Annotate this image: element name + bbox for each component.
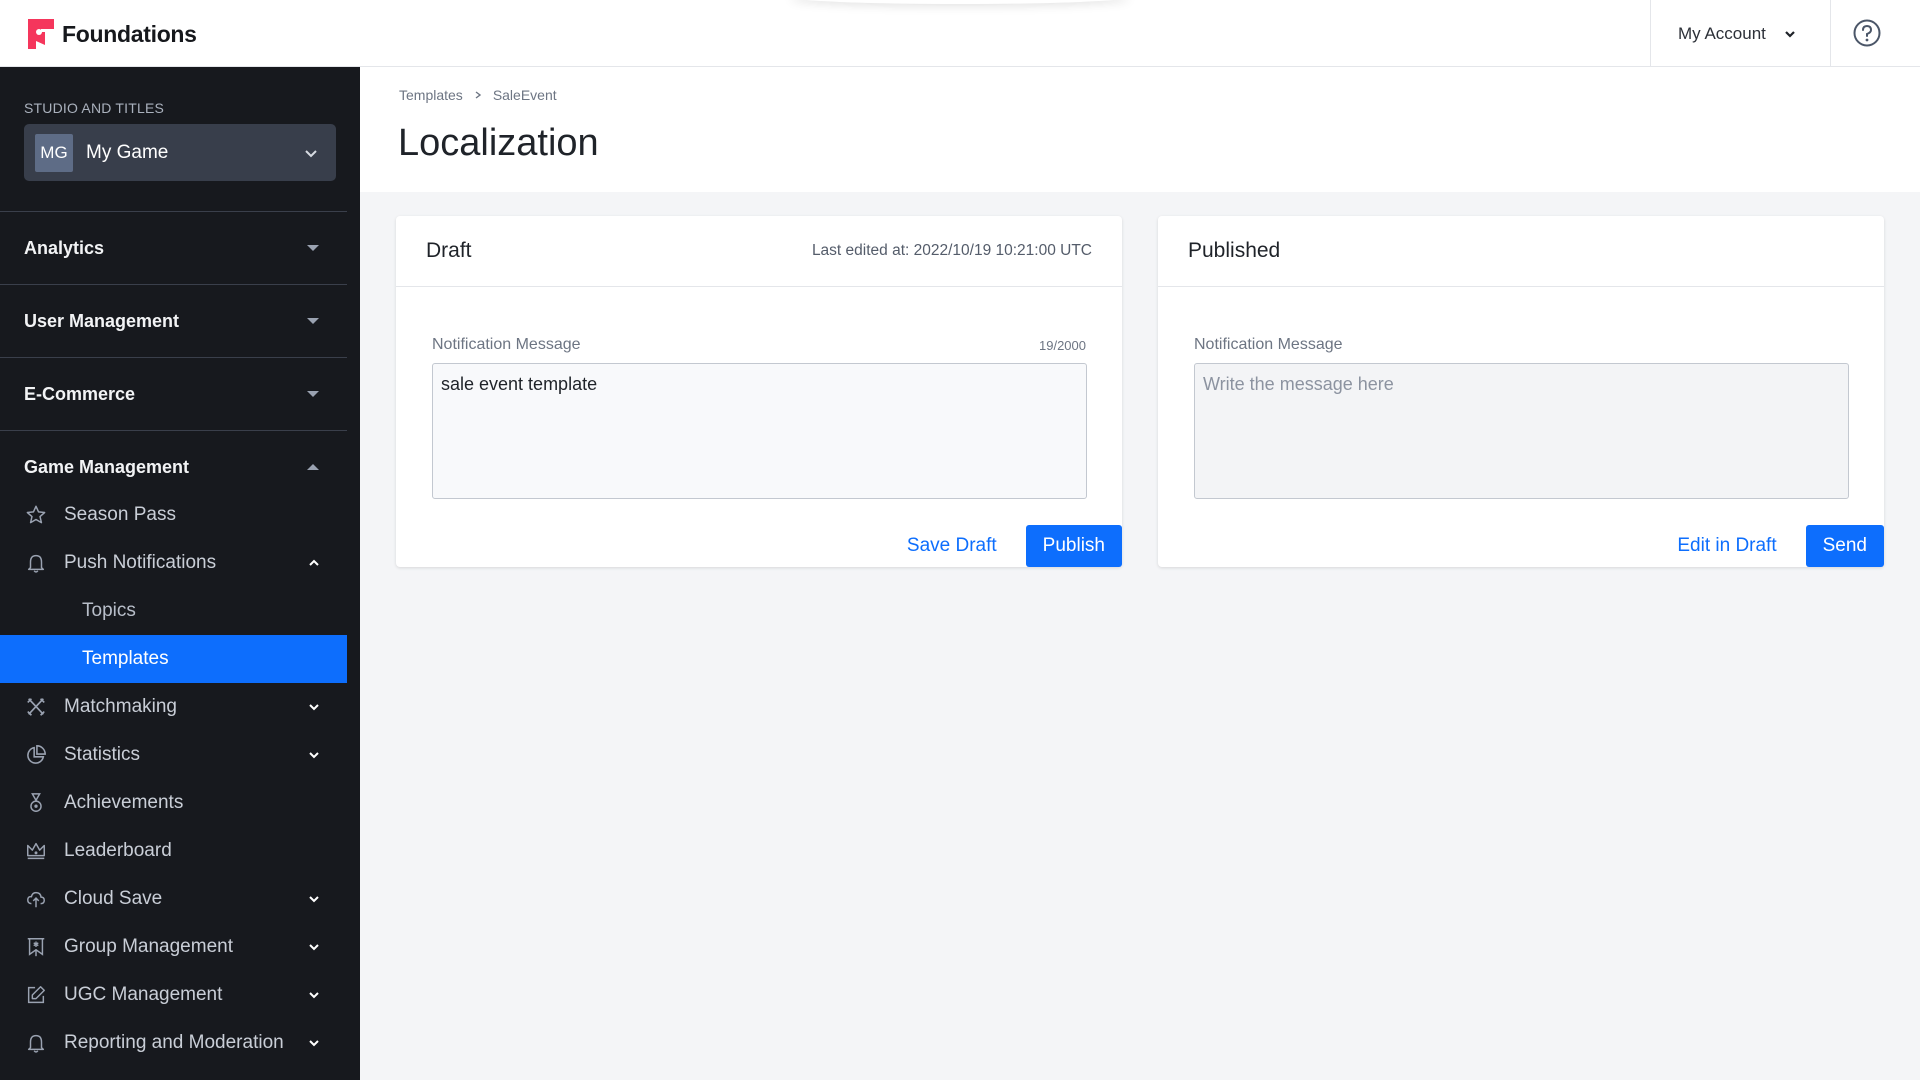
- cloud-upload-icon: [24, 887, 48, 911]
- item-label: Reporting and Moderation: [64, 1032, 284, 1053]
- sidebar-subitem-topics[interactable]: Topics: [0, 587, 347, 635]
- item-label: Season Pass: [64, 504, 176, 525]
- bell-icon: [24, 1031, 48, 1055]
- edit-in-draft-button[interactable]: Edit in Draft: [1677, 535, 1776, 557]
- item-label: Statistics: [64, 744, 141, 765]
- brand-logo[interactable]: Foundations: [28, 19, 197, 49]
- sidebar-item-leaderboard[interactable]: Leaderboard: [0, 827, 347, 875]
- star-icon: [24, 503, 48, 527]
- sidebar-item-matchmaking[interactable]: Matchmaking: [0, 683, 347, 731]
- caret-down-icon: [307, 245, 319, 251]
- draft-notification-message-input[interactable]: [432, 363, 1087, 499]
- item-label: UGC Management: [64, 984, 223, 1005]
- breadcrumb: Templates SaleEvent: [399, 87, 557, 103]
- section-user-management[interactable]: User Management: [0, 284, 347, 357]
- section-label: E-Commerce: [24, 383, 136, 404]
- sidebar: STUDIO AND TITLES MG My Game Analytics U…: [0, 67, 360, 1080]
- my-account-menu[interactable]: My Account: [1650, 0, 1831, 67]
- chevron-down-icon: [309, 896, 319, 903]
- chevron-down-icon: [309, 944, 319, 951]
- studio-selector[interactable]: MG My Game: [24, 124, 336, 181]
- top-bar: Foundations My Account: [0, 0, 1920, 67]
- section-label: Game Management: [24, 456, 190, 477]
- crossed-swords-icon: [24, 695, 48, 719]
- send-button[interactable]: Send: [1805, 525, 1884, 567]
- account-label: My Account: [1678, 23, 1766, 43]
- caret-down-icon: [307, 318, 319, 324]
- game-name: My Game: [86, 141, 169, 163]
- medal-icon: [24, 791, 48, 815]
- section-analytics[interactable]: Analytics: [0, 211, 347, 284]
- item-label: Push Notifications: [64, 552, 217, 573]
- sidebar-item-group-management[interactable]: Group Management: [0, 923, 347, 971]
- sidebar-item-ugc-management[interactable]: UGC Management: [0, 971, 347, 1019]
- edit-icon: [24, 983, 48, 1007]
- published-card-header: Published: [1158, 216, 1884, 287]
- caret-down-icon: [307, 391, 319, 397]
- sidebar-item-push-notifications[interactable]: Push Notifications: [0, 539, 347, 587]
- caret-up-icon: [307, 464, 319, 470]
- chevron-down-icon: [309, 752, 319, 759]
- page-title: Localization: [398, 122, 599, 164]
- chevron-up-icon: [309, 559, 319, 566]
- pie-chart-icon: [24, 743, 48, 767]
- chevron-down-icon: [309, 992, 319, 999]
- save-draft-button[interactable]: Save Draft: [907, 535, 997, 557]
- sidebar-item-statistics[interactable]: Statistics: [0, 731, 347, 779]
- published-card: Published Notification Message Edit in D…: [1158, 216, 1884, 567]
- studio-label: STUDIO AND TITLES: [24, 100, 165, 116]
- chevron-down-icon: [1785, 30, 1795, 38]
- chevron-right-icon: [475, 91, 481, 99]
- item-label: Leaderboard: [64, 840, 172, 861]
- bell-icon: [24, 551, 48, 575]
- item-label: Group Management: [64, 936, 233, 957]
- notification-message-label: Notification Message: [432, 336, 581, 353]
- published-actions: Edit in Draft Send: [1677, 525, 1884, 567]
- chevron-down-icon: [305, 149, 317, 157]
- draft-title: Draft: [426, 239, 472, 262]
- draft-actions: Save Draft Publish: [907, 525, 1122, 567]
- draft-card: Draft Last edited at: 2022/10/19 10:21:0…: [396, 216, 1122, 567]
- character-counter: 19/2000: [1039, 338, 1086, 353]
- foundations-logo-icon: [28, 19, 54, 49]
- game-avatar: MG: [35, 133, 73, 172]
- last-edited-timestamp: Last edited at: 2022/10/19 10:21:00 UTC: [811, 242, 1092, 259]
- brand-name: Foundations: [62, 20, 197, 47]
- sidebar-item-cloud-save[interactable]: Cloud Save: [0, 875, 347, 923]
- item-label: Matchmaking: [64, 696, 177, 717]
- sidebar-item-season-pass[interactable]: Season Pass: [0, 491, 347, 539]
- section-e-commerce[interactable]: E-Commerce: [0, 357, 347, 430]
- section-label: Analytics: [24, 237, 105, 258]
- chevron-down-icon: [309, 704, 319, 711]
- draft-card-header: Draft Last edited at: 2022/10/19 10:21:0…: [396, 216, 1122, 287]
- sidebar-item-reporting-moderation[interactable]: Reporting and Moderation: [0, 1019, 347, 1067]
- publish-button[interactable]: Publish: [1025, 525, 1122, 567]
- breadcrumb-current: SaleEvent: [492, 87, 557, 103]
- sidebar-subitem-templates[interactable]: Templates: [0, 635, 347, 683]
- breadcrumb-templates[interactable]: Templates: [399, 87, 463, 103]
- item-label: Cloud Save: [64, 888, 163, 909]
- section-label: User Management: [24, 310, 180, 331]
- notification-message-label: Notification Message: [1194, 336, 1343, 353]
- page-header: Templates SaleEvent Localization: [360, 67, 1920, 192]
- published-title: Published: [1188, 239, 1281, 262]
- banner-icon: [24, 935, 48, 959]
- chevron-down-icon: [309, 1040, 319, 1047]
- help-icon[interactable]: [1852, 18, 1882, 48]
- sidebar-item-achievements[interactable]: Achievements: [0, 779, 347, 827]
- item-label: Achievements: [64, 792, 184, 813]
- published-notification-message-input[interactable]: [1194, 363, 1849, 499]
- crown-icon: [24, 839, 48, 863]
